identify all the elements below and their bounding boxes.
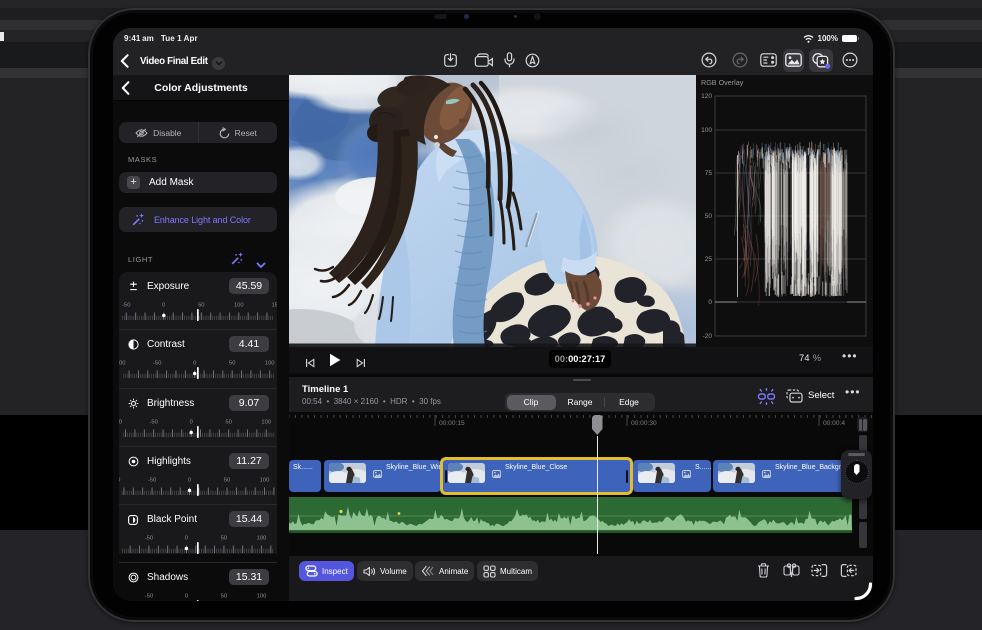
svg-text:100: 100: [265, 361, 275, 367]
svg-text:-20: -20: [703, 333, 713, 340]
svg-text:-100: -100: [119, 361, 126, 367]
svg-text:50: 50: [705, 213, 713, 220]
svg-text:0: 0: [188, 478, 191, 484]
svg-text:50: 50: [221, 594, 227, 600]
svg-text:-50: -50: [145, 536, 153, 542]
svg-text:120: 120: [701, 93, 712, 100]
svg-text:-100: -100: [119, 478, 120, 484]
svg-text:25: 25: [705, 256, 713, 263]
svg-text:0: 0: [162, 303, 165, 309]
svg-text:00:00:4: 00:00:4: [823, 420, 845, 427]
svg-text:50: 50: [198, 303, 204, 309]
svg-text:100: 100: [261, 420, 271, 426]
svg-text:00:00:30: 00:00:30: [631, 420, 657, 427]
svg-text:-50: -50: [148, 478, 156, 484]
svg-text:-50: -50: [145, 594, 153, 600]
svg-text:0: 0: [193, 361, 196, 367]
svg-text:0: 0: [190, 420, 193, 426]
svg-text:50: 50: [225, 420, 231, 426]
svg-text:RGB Overlay: RGB Overlay: [701, 78, 744, 87]
svg-text:50: 50: [221, 536, 227, 542]
svg-text:50: 50: [224, 478, 230, 484]
svg-text:50: 50: [229, 361, 235, 367]
svg-text:-50: -50: [150, 420, 158, 426]
svg-text:150: 150: [271, 303, 277, 309]
svg-text:-50: -50: [153, 361, 161, 367]
svg-text:00:00:15: 00:00:15: [439, 420, 465, 427]
svg-text:-100: -100: [119, 420, 122, 426]
svg-text:100: 100: [257, 594, 267, 600]
svg-text:0: 0: [185, 536, 188, 542]
svg-text:0: 0: [185, 594, 188, 600]
svg-text:100: 100: [701, 127, 712, 134]
svg-text:100: 100: [257, 536, 267, 542]
svg-text:100: 100: [260, 478, 270, 484]
svg-text:0: 0: [708, 299, 712, 306]
svg-text:75: 75: [705, 170, 713, 177]
svg-text:-50: -50: [122, 303, 130, 309]
svg-text:100: 100: [234, 303, 244, 309]
